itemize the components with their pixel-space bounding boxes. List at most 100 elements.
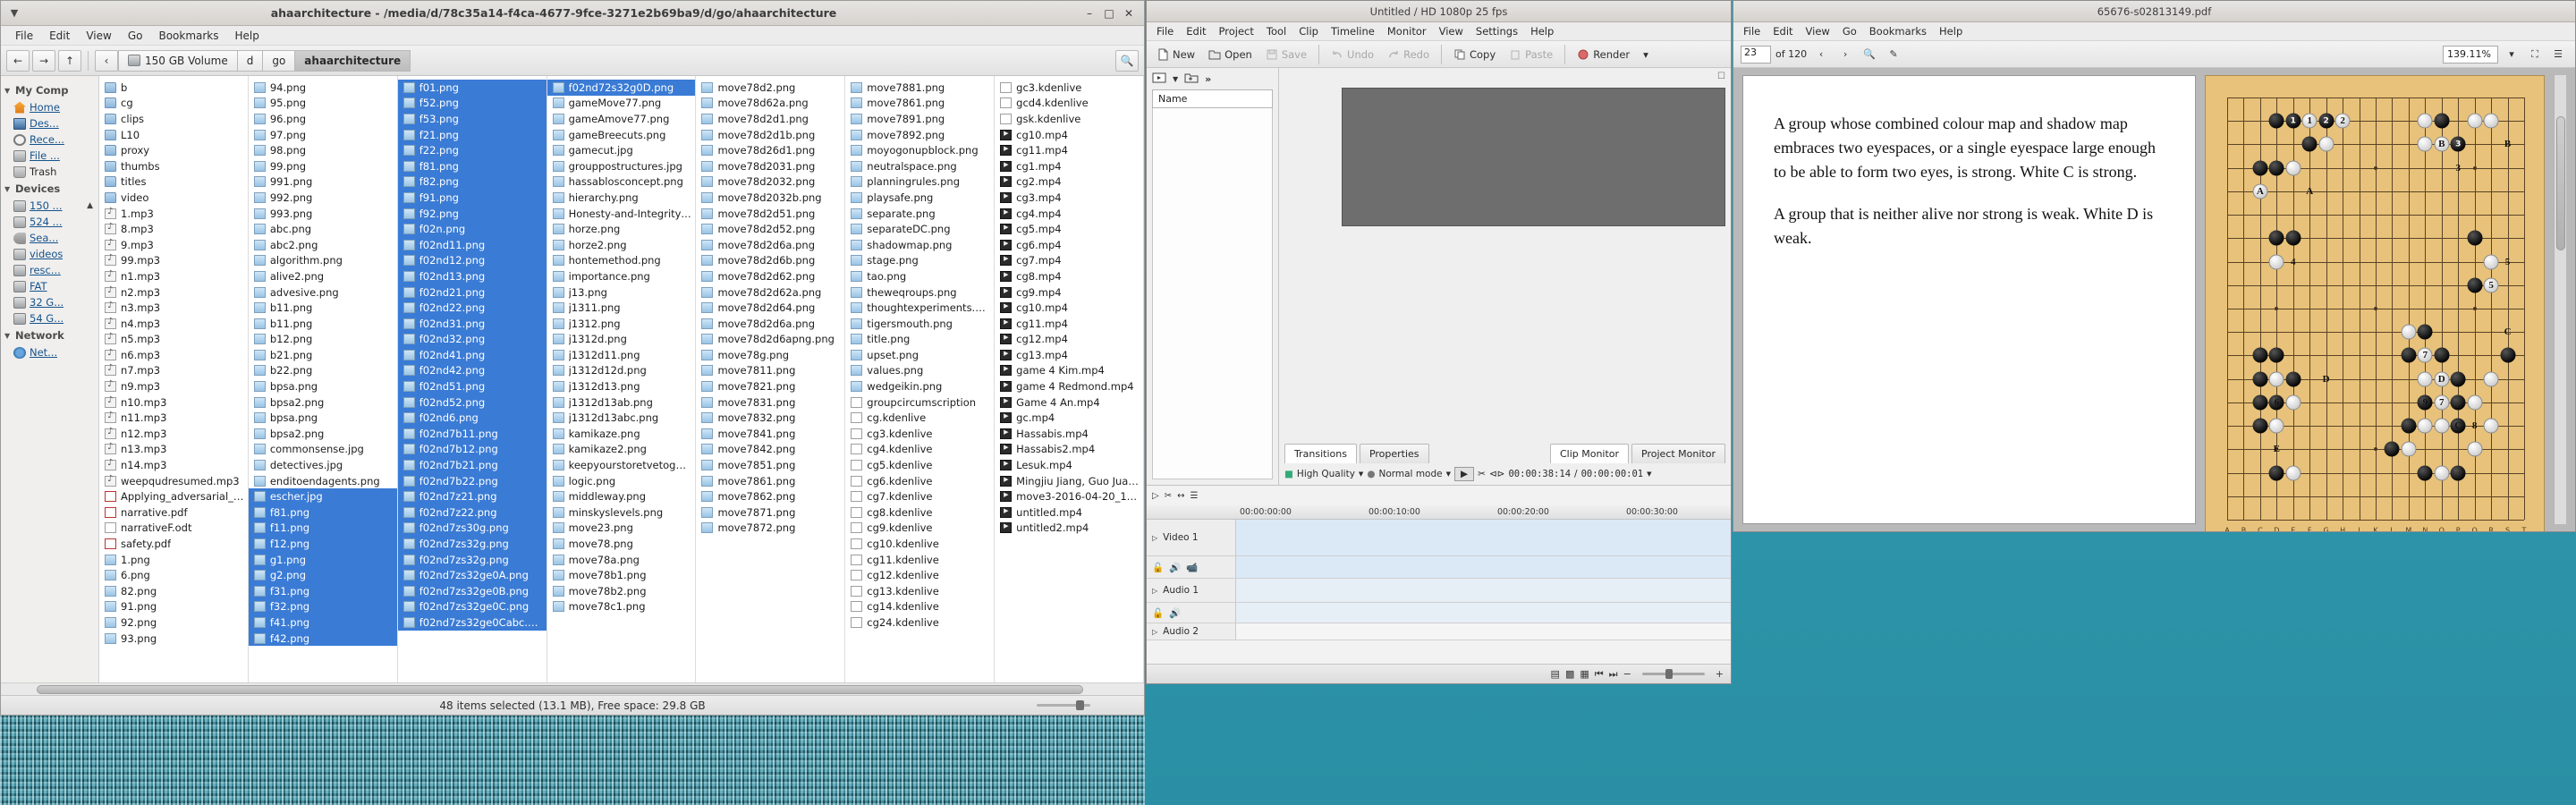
file-row[interactable]: cg.kdenlive [845, 410, 994, 426]
tab-project-monitor[interactable]: Project Monitor [1631, 444, 1725, 463]
new-project-button[interactable]: New [1151, 47, 1200, 63]
file-row[interactable]: b11.png [249, 316, 397, 332]
timeline-track-audio-2[interactable]: ▷ Audio 2 [1147, 623, 1731, 640]
file-row[interactable]: cg11.kdenlive [845, 552, 994, 568]
file-row[interactable]: importance.png [547, 268, 696, 284]
timeline-ruler[interactable]: 00:00:00:00 00:00:10:00 00:00:20:00 00:0… [1147, 505, 1731, 520]
file-manager-toolbar[interactable]: ← → ↑ ‹ 150 GB Volume d go ahaarchitectu… [1, 46, 1144, 76]
file-row[interactable]: move78d2d6apng.png [696, 332, 844, 348]
render-button[interactable]: Render [1572, 47, 1635, 63]
mode-chevron-down-icon[interactable]: ▼ [1446, 470, 1451, 478]
timeline-track-audio-1-controls[interactable]: 🔓 🔊 [1147, 603, 1731, 623]
sidebar-item-rescue[interactable]: resc... [1, 262, 98, 278]
breadcrumb-volume[interactable]: 150 GB Volume [118, 50, 238, 72]
kdenlive-statusbar[interactable]: ▤ ▩ ▦ ⏮ ⏭ − + [1147, 664, 1731, 683]
file-row[interactable]: n9.mp3 [99, 378, 248, 394]
file-row[interactable]: f02nd7zs32g.png [398, 536, 547, 552]
file-manager-menubar[interactable]: File Edit View Go Bookmarks Help [1, 26, 1144, 46]
search-icon[interactable]: 🔍 [1860, 46, 1879, 64]
kd-menu-settings[interactable]: Settings [1470, 23, 1524, 39]
file-row[interactable]: abc2.png [249, 237, 397, 253]
zoom-control[interactable]: 139.11% ▾ ⛶ ☰ [2443, 46, 2568, 64]
track-lane-video-1-body[interactable] [1236, 556, 1731, 578]
file-row[interactable]: separateDC.png [845, 221, 994, 237]
file-row[interactable]: hierarchy.png [547, 190, 696, 206]
file-row[interactable]: bpsa2.png [249, 426, 397, 442]
file-list-column-2[interactable]: 94.png95.png96.png97.png98.png99.png991.… [249, 76, 398, 682]
file-row[interactable]: untitled2.mp4 [995, 521, 1143, 537]
file-row[interactable]: 93.png [99, 631, 248, 647]
file-row[interactable]: proxy [99, 142, 248, 158]
file-row[interactable]: b21.png [249, 347, 397, 363]
file-row[interactable]: values.png [845, 363, 994, 379]
file-row[interactable]: move78g.png [696, 347, 844, 363]
mute-icon[interactable]: 🔊 [1169, 607, 1181, 619]
kdenlive-toolbar[interactable]: New Open Save Undo Redo [1147, 41, 1731, 68]
file-row[interactable]: cg9.kdenlive [845, 521, 994, 537]
scrollbar-thumb[interactable] [37, 685, 1083, 694]
kd-menu-project[interactable]: Project [1213, 23, 1260, 39]
kd-menu-monitor[interactable]: Monitor [1381, 23, 1433, 39]
file-row[interactable]: f53.png [398, 111, 547, 127]
file-row[interactable]: cg13.kdenlive [845, 583, 994, 599]
file-row[interactable]: move78d2032b.png [696, 190, 844, 206]
chevron-down-icon[interactable]: ▼ [1173, 75, 1178, 83]
file-row[interactable]: kamikaze2.png [547, 442, 696, 458]
file-row[interactable]: move78d2.png [696, 80, 844, 96]
file-row[interactable]: safety.pdf [99, 536, 248, 552]
file-row[interactable]: f82.png [398, 174, 547, 191]
file-manager-titlebar[interactable]: ▼ ahaarchitecture - /media/d/78c35a14-f4… [1, 1, 1144, 26]
file-row[interactable]: f01.png [398, 80, 547, 96]
file-row[interactable]: gameBreecuts.png [547, 127, 696, 143]
timeline-zone-icon[interactable]: ▦ [1580, 668, 1589, 680]
file-row[interactable]: f02nd7b12.png [398, 442, 547, 458]
icon-zoom-slider[interactable] [1037, 704, 1090, 707]
file-row[interactable]: n6.mp3 [99, 347, 248, 363]
file-row[interactable]: move7831.png [696, 394, 844, 411]
file-row[interactable]: f02nd7zs30g.png [398, 521, 547, 537]
copy-button[interactable]: Copy [1448, 47, 1501, 63]
file-row[interactable]: 1.png [99, 552, 248, 568]
tab-clip-monitor[interactable]: Clip Monitor [1550, 444, 1629, 463]
file-row[interactable]: bpsa2.png [249, 394, 397, 411]
file-row[interactable]: Mingjiu Jiang, Guo Juan 9 dg Go class le… [995, 473, 1143, 489]
file-row[interactable]: 95.png [249, 96, 397, 112]
file-manager-window[interactable]: ▼ ahaarchitecture - /media/d/78c35a14-f4… [0, 0, 1145, 716]
chevron-down-icon[interactable]: ▾ [2502, 46, 2521, 64]
file-row[interactable]: planningrules.png [845, 174, 994, 191]
file-row[interactable]: j1312d13abc.png [547, 410, 696, 426]
file-row[interactable]: move78d62a.png [696, 96, 844, 112]
file-row[interactable]: n2.mp3 [99, 284, 248, 301]
file-row[interactable]: middleway.png [547, 488, 696, 504]
file-row[interactable]: thoughtexperiments.png [845, 300, 994, 316]
marker-icon[interactable]: ⊲⊳ [1489, 469, 1505, 479]
file-list-columns[interactable]: bcgclipsL10proxythumbstitlesvideo1.mp38.… [99, 76, 1144, 682]
file-row[interactable]: f02nd7z22.png [398, 504, 547, 521]
file-row[interactable]: f02nd72s32g0D.png [547, 80, 696, 96]
file-row[interactable]: j1311.png [547, 300, 696, 316]
file-row[interactable]: cg7.kdenlive [845, 488, 994, 504]
file-row[interactable]: 97.png [249, 127, 397, 143]
file-row[interactable]: j1312d11.png [547, 347, 696, 363]
kdenlive-menubar[interactable]: File Edit Project Tool Clip Timeline Mon… [1147, 22, 1731, 41]
pdf-page-area[interactable]: A group whose combined colour map and sh… [1733, 68, 2575, 531]
timeline-goto-start-icon[interactable]: ⏮ [1595, 668, 1604, 681]
file-row[interactable]: cg6.kdenlive [845, 473, 994, 489]
menu-bookmarks[interactable]: Bookmarks [151, 28, 225, 44]
file-row[interactable]: f21.png [398, 127, 547, 143]
file-row[interactable]: move23.png [547, 521, 696, 537]
file-row[interactable]: move7842.png [696, 442, 844, 458]
sidebar-group-devices[interactable]: ▼ Devices [1, 180, 98, 198]
file-row[interactable]: 991.png [249, 174, 397, 191]
file-row[interactable]: gcd4.kdenlive [995, 96, 1143, 112]
file-row[interactable]: 993.png [249, 206, 397, 222]
file-row[interactable]: separate.png [845, 206, 994, 222]
file-row[interactable]: b12.png [249, 332, 397, 348]
file-row[interactable]: game 4 Redmond.mp4 [995, 378, 1143, 394]
add-clip-icon[interactable] [1152, 72, 1166, 87]
timeline-track-video-1-controls[interactable]: 🔓 🔊 📹 [1147, 556, 1731, 579]
file-row[interactable]: Honesty-and-Integrity-1024x535.jpg [547, 206, 696, 222]
file-row[interactable]: move78d2d6a.png [696, 316, 844, 332]
file-row[interactable]: theweqroups.png [845, 284, 994, 301]
file-row[interactable]: 91.png [99, 599, 248, 615]
